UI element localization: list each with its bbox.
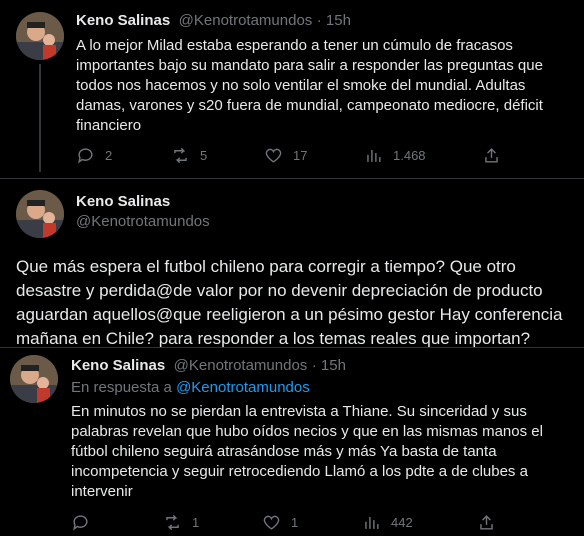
share-icon bbox=[480, 515, 493, 530]
user-handle[interactable]: @Kenotrotamundos bbox=[174, 357, 308, 374]
display-name[interactable]: Keno Salinas bbox=[76, 193, 210, 210]
tweet-text-line: A lo mejor Milad estaba esperando a tene… bbox=[76, 37, 513, 54]
views-count: 442 bbox=[391, 515, 413, 530]
retweet-count: 5 bbox=[200, 148, 208, 163]
reply-context: En respuesta a @Kenotrotamundos bbox=[71, 379, 310, 396]
tweet-divider bbox=[0, 347, 584, 348]
reply-icon bbox=[78, 148, 93, 164]
reply-button[interactable]: 2 bbox=[76, 146, 112, 165]
avatar[interactable] bbox=[10, 355, 58, 403]
tweet-text-line: desastre y perdida@de valor por no deven… bbox=[16, 281, 543, 300]
tweet-text-line: incompetencia y seguir retrocediendo Lla… bbox=[71, 463, 528, 480]
retweet-count: 1 bbox=[192, 515, 200, 530]
views-count: 1.468 bbox=[393, 148, 426, 163]
thread-connector bbox=[39, 64, 41, 172]
reply-prefix: En respuesta a bbox=[71, 379, 172, 396]
reply-icon bbox=[73, 515, 88, 531]
tweet-text-line: importantes bajo su mandato para salir a… bbox=[76, 57, 543, 74]
tweet-text-line: damas, varones y s20 fuera de mundial, c… bbox=[76, 97, 543, 114]
tweet-text-line: palabras revelan que hubo oídos necios y… bbox=[71, 423, 543, 440]
tweet-divider bbox=[0, 178, 584, 179]
views-button[interactable]: 1.468 bbox=[364, 146, 426, 165]
tweet-text-line: fútbol chileno seguirá atrasándose más y… bbox=[71, 443, 497, 460]
reply-to-link[interactable]: @Kenotrotamundos bbox=[176, 379, 310, 396]
avatar[interactable] bbox=[16, 12, 64, 60]
avatar[interactable] bbox=[16, 190, 64, 238]
retweet-icon bbox=[166, 514, 179, 531]
share-button[interactable] bbox=[477, 513, 496, 532]
like-icon bbox=[263, 515, 280, 530]
like-count: 17 bbox=[293, 148, 308, 163]
tweet-header: Keno Salinas @Kenotrotamundos bbox=[76, 193, 210, 230]
display-name[interactable]: Keno Salinas bbox=[71, 357, 165, 374]
reply-count: 2 bbox=[105, 148, 113, 163]
tweet-header: Keno Salinas @Kenotrotamundos · 15h bbox=[76, 12, 351, 30]
user-handle[interactable]: @Kenotrotamundos bbox=[76, 213, 210, 230]
tweet-text-line: En minutos no se pierdan la entrevista a… bbox=[71, 403, 527, 420]
retweet-button[interactable]: 1 bbox=[163, 513, 199, 532]
reply-button[interactable] bbox=[71, 513, 90, 532]
like-button[interactable]: 17 bbox=[264, 146, 307, 165]
tweet-text-line: intervenir bbox=[71, 483, 133, 500]
timestamp[interactable]: · 15h bbox=[312, 357, 346, 374]
tweet-text-line: aguardan aquellos@que reeligieron a un p… bbox=[16, 305, 563, 324]
tweet-text: A lo mejor Milad estaba esperando a tene… bbox=[76, 36, 543, 136]
retweet-button[interactable]: 5 bbox=[171, 146, 207, 165]
tweet-text-line: todos nos hacemos y no solo ventilar el … bbox=[76, 77, 526, 94]
tweet-text: En minutos no se pierdan la entrevista a… bbox=[71, 402, 543, 502]
timestamp[interactable]: · 15h bbox=[317, 12, 351, 29]
views-icon bbox=[365, 516, 379, 529]
tweet-header: Keno Salinas @Kenotrotamundos · 15h bbox=[71, 357, 346, 375]
like-button[interactable]: 1 bbox=[262, 513, 298, 532]
user-handle[interactable]: @Kenotrotamundos bbox=[179, 12, 313, 29]
display-name[interactable]: Keno Salinas bbox=[76, 12, 170, 29]
like-icon bbox=[265, 148, 282, 163]
like-count: 1 bbox=[291, 515, 299, 530]
share-button[interactable] bbox=[482, 146, 501, 165]
tweet-text-line: Que más espera el futbol chileno para co… bbox=[16, 257, 516, 276]
views-icon bbox=[367, 149, 381, 162]
share-icon bbox=[485, 148, 498, 163]
retweet-icon bbox=[174, 147, 187, 164]
tweet-text-line: financiero bbox=[76, 117, 142, 134]
tweet-text: Que más espera el futbol chileno para co… bbox=[16, 255, 563, 351]
views-button[interactable]: 442 bbox=[362, 513, 413, 532]
